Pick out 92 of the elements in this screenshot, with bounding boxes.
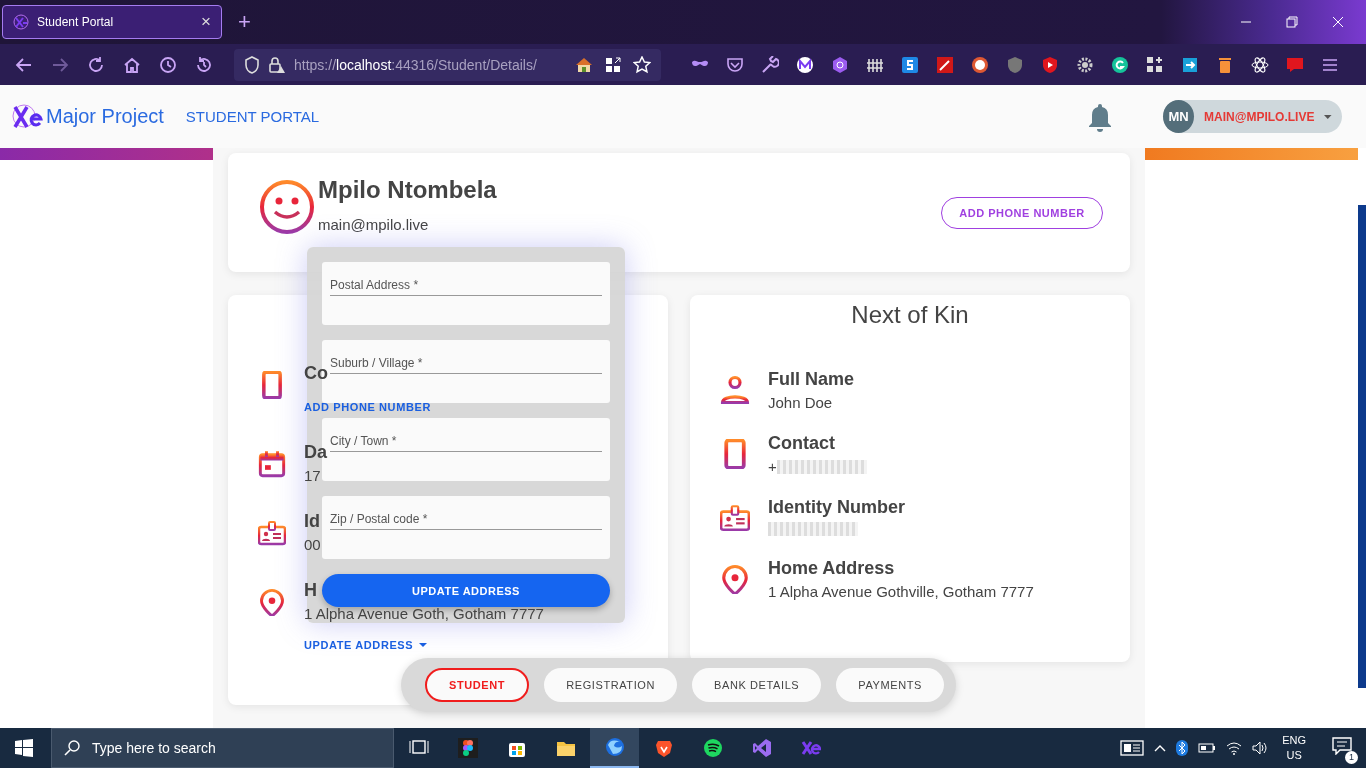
shield-icon — [244, 55, 260, 74]
search-icon — [64, 740, 80, 756]
person-icon — [720, 375, 750, 405]
lock-warning-icon — [268, 55, 286, 74]
reload-icon[interactable] — [87, 55, 105, 74]
wrench-icon[interactable] — [761, 55, 779, 74]
detail-label: H — [304, 580, 317, 601]
gear-icon[interactable] — [1076, 55, 1094, 74]
nav-tab[interactable]: PAYMENTS — [836, 668, 944, 702]
card-title: Next of Kin — [850, 301, 970, 329]
profile-email: main@mpilo.live — [318, 216, 430, 233]
notification-icon[interactable] — [1332, 737, 1352, 755]
wifi-icon[interactable] — [1226, 741, 1243, 755]
new-tab-button[interactable]: + — [232, 8, 257, 36]
atom-icon[interactable] — [1251, 55, 1269, 74]
nav-tab[interactable]: BANK DETAILS — [692, 668, 822, 702]
detail-label: Home Address — [768, 558, 896, 579]
add-phone-button[interactable]: ADD PHONE NUMBER — [941, 196, 1103, 229]
clock-icon[interactable] — [159, 55, 177, 74]
tab-title: Student Portal — [37, 15, 115, 29]
history-icon[interactable] — [195, 55, 213, 74]
id-badge-icon — [258, 519, 286, 547]
news-icon[interactable] — [1120, 739, 1145, 757]
caret-icon — [419, 643, 428, 647]
location-pin-icon — [720, 564, 750, 594]
battery-icon[interactable] — [1198, 743, 1217, 753]
detail-label: Id — [304, 511, 320, 532]
detail-label: Full Name — [768, 369, 855, 390]
nav-tab[interactable]: STUDENT — [425, 668, 530, 702]
smiley-icon — [259, 179, 315, 235]
logo-icon — [13, 14, 29, 30]
star-icon[interactable] — [633, 55, 651, 74]
speaker-icon[interactable] — [1252, 741, 1269, 755]
calendar-icon — [258, 450, 286, 478]
close-icon[interactable] — [1332, 16, 1344, 28]
language-indicator[interactable]: ENG US — [1282, 733, 1306, 763]
avatar: MN — [1163, 100, 1195, 133]
bell-icon[interactable] — [1087, 101, 1113, 132]
input-field[interactable] — [322, 496, 610, 559]
nav-link[interactable]: STUDENT PORTAL — [185, 108, 320, 125]
field-label: Zip / Postal code * — [330, 512, 428, 526]
taskbar-search-field[interactable]: Type here to search — [51, 728, 394, 768]
detail-label: Contact — [768, 433, 836, 454]
back-icon[interactable] — [15, 55, 33, 74]
tab-close-button[interactable]: × — [201, 12, 211, 32]
nav-tab[interactable]: REGISTRATION — [544, 668, 678, 702]
detail-label: Co — [304, 363, 328, 384]
user-menu-button[interactable]: MN MAIN@MPILO.LIVE — [1163, 100, 1342, 133]
detail-label: Da — [304, 442, 327, 463]
field-label: Suburb / Village * — [330, 356, 423, 370]
restore-icon[interactable] — [1286, 16, 1298, 28]
g-logo-icon[interactable] — [1111, 55, 1129, 74]
detail-value: 17 — [304, 467, 321, 484]
caret-icon — [1324, 114, 1332, 119]
house-icon[interactable] — [575, 55, 593, 74]
detail-value: John Doe — [768, 394, 833, 411]
detail-link[interactable]: ADD PHONE NUMBER — [304, 401, 431, 413]
detail-link[interactable]: UPDATE ADDRESS — [304, 639, 428, 651]
logo-icon — [12, 102, 44, 131]
address-bar[interactable]: https://localhost:44316/Student/Details/ — [234, 48, 661, 81]
browser-tab[interactable]: Student Portal × — [2, 5, 222, 39]
detail-value: + — [768, 458, 777, 475]
profile-name: Mpilo Ntombela — [318, 176, 497, 204]
notification-badge: 1 — [1345, 751, 1358, 764]
scrollbar-thumb[interactable] — [1358, 205, 1366, 688]
field-label: Postal Address * — [330, 278, 419, 292]
id-badge-icon — [720, 503, 750, 533]
home-icon[interactable] — [123, 55, 141, 74]
detail-label: Identity Number — [768, 497, 905, 518]
trash-icon[interactable] — [1216, 55, 1234, 74]
shield-badge-icon[interactable] — [1006, 55, 1024, 74]
windows-start-icon[interactable] — [15, 739, 33, 757]
forward-icon[interactable] — [51, 55, 69, 74]
arrow-doc-icon[interactable] — [1181, 55, 1199, 74]
square-logo-icon[interactable] — [901, 55, 919, 74]
brand-title[interactable]: Major Project — [46, 105, 164, 128]
apps-plus-icon[interactable] — [1146, 55, 1164, 74]
pocket-icon[interactable] — [726, 55, 744, 74]
url-text: https://localhost:44316/Student/Details/ — [294, 56, 537, 73]
detail-value: 1 Alpha Avenue Goth, Gotham 7777 — [304, 605, 544, 622]
input-field[interactable] — [322, 262, 610, 325]
update-address-button[interactable]: UPDATE ADDRESS — [322, 574, 610, 607]
detail-value: 00 — [304, 536, 321, 553]
chevron-up-icon[interactable] — [1154, 744, 1167, 752]
grid-icon[interactable] — [605, 56, 621, 73]
location-pin-icon — [258, 588, 286, 616]
hexagon-icon[interactable] — [831, 55, 849, 74]
field-label: City / Town * — [330, 434, 397, 448]
detail-value: 1 Alpha Avenue Gothville, Gotham 7777 — [768, 583, 1034, 600]
circle-logo-icon[interactable] — [796, 55, 814, 74]
play-shield-icon[interactable] — [1041, 55, 1059, 74]
bluetooth-icon[interactable] — [1176, 740, 1189, 756]
